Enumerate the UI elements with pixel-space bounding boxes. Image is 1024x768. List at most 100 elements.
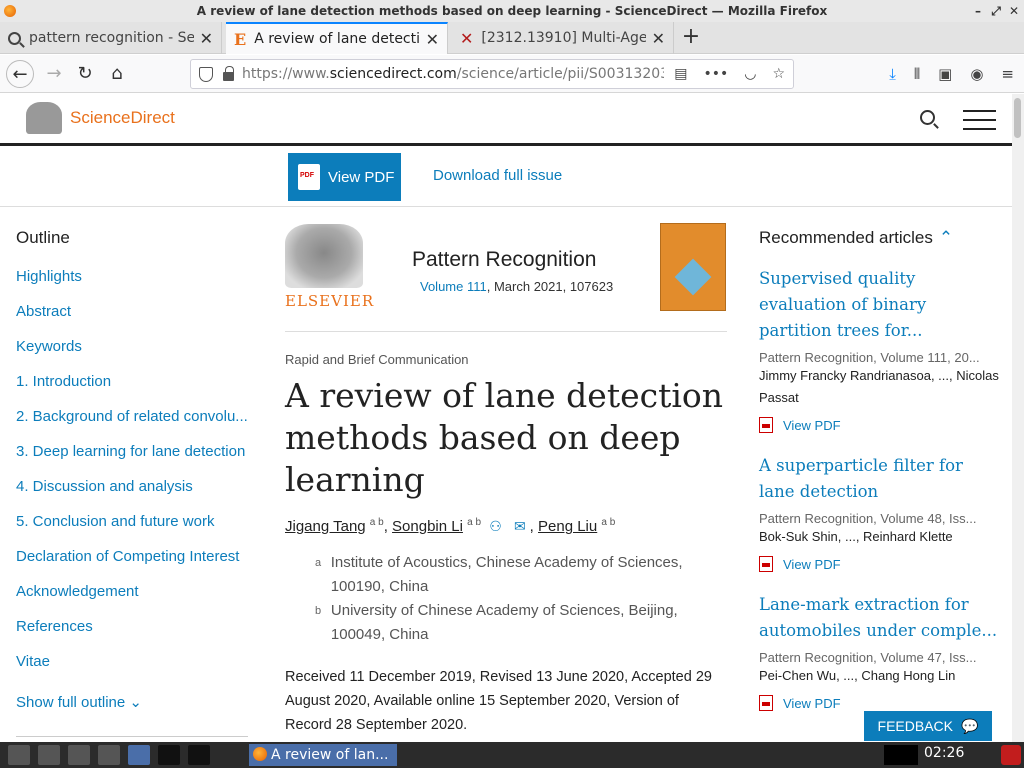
view-pdf-button[interactable]: View PDF <box>288 153 401 201</box>
chevron-up-icon[interactable]: ⌃ <box>939 228 953 247</box>
tab-pattern-recognition[interactable]: pattern recognition - Sea ✕ <box>0 22 222 54</box>
tab-label: pattern recognition - Sea <box>29 30 194 46</box>
author-affiliation-marker: a b <box>369 517 384 528</box>
search-icon[interactable] <box>920 110 935 125</box>
site-header: ScienceDirect <box>0 94 1012 146</box>
restore-icon[interactable]: ⤢ <box>990 0 1002 22</box>
recommended-title-link[interactable]: A superparticle filter for lane detectio… <box>759 453 999 505</box>
journal-cover-image[interactable] <box>660 223 726 311</box>
navigation-toolbar: ← → ↻ ⌂ https://www.sciencedirect.com/sc… <box>0 55 1024 93</box>
issue-info: , March 2021, 107623 <box>486 279 614 294</box>
workspace-icon[interactable] <box>188 745 210 765</box>
download-full-issue-link[interactable]: Download full issue <box>433 167 562 184</box>
tracking-shield-icon[interactable] <box>199 66 213 82</box>
firefox-launcher-icon[interactable] <box>128 745 150 765</box>
reload-button[interactable]: ↻ <box>71 60 99 88</box>
taskbar-window-button[interactable]: A review of lan... <box>249 744 397 766</box>
outline-item-deep-learning[interactable]: 3. Deep learning for lane detection <box>16 443 256 478</box>
taskbar: A review of lan... 02:26 <box>0 742 1024 768</box>
url-bar[interactable]: https://www.sciencedirect.com/science/ar… <box>190 59 794 89</box>
outline-item-highlights[interactable]: Highlights <box>16 268 256 303</box>
page-actions-icon[interactable]: ••• <box>703 66 728 82</box>
outline-item-discussion[interactable]: 4. Discussion and analysis <box>16 478 256 513</box>
outline-heading: Outline <box>16 228 70 247</box>
forward-button[interactable]: → <box>40 60 68 88</box>
home-button[interactable]: ⌂ <box>103 60 131 88</box>
scrollbar-thumb[interactable] <box>1014 98 1021 138</box>
cover-emblem <box>674 258 712 296</box>
person-icon[interactable]: ⚇ <box>489 518 502 534</box>
pdf-icon <box>759 417 773 433</box>
tab-label: A review of lane detectic <box>254 31 420 47</box>
window-controls: – ⤢ ✕ <box>972 0 1020 22</box>
recommended-view-pdf-link[interactable]: View PDF <box>759 695 999 711</box>
elsevier-tree-icon <box>26 102 62 134</box>
outline-item-vitae[interactable]: Vitae <box>16 653 256 688</box>
account-icon[interactable]: ◉ <box>970 65 983 83</box>
article-history-dates: Received 11 December 2019, Revised 13 Ju… <box>285 669 712 733</box>
author-affiliation-marker: a b <box>601 517 616 528</box>
close-icon[interactable]: ✕ <box>1008 0 1020 22</box>
affiliation-letter: a <box>315 557 322 569</box>
outline-item-background[interactable]: 2. Background of related convolu... <box>16 408 256 443</box>
recommended-view-pdf-link[interactable]: View PDF <box>759 556 999 572</box>
outline-item-introduction[interactable]: 1. Introduction <box>16 373 256 408</box>
browser-launcher-icon[interactable] <box>68 745 90 765</box>
hamburger-menu-icon[interactable]: ≡ <box>1001 65 1014 83</box>
email-icon[interactable]: ✉ <box>514 518 526 534</box>
outline-item-conclusion[interactable]: 5. Conclusion and future work <box>16 513 256 548</box>
new-tab-button[interactable]: + <box>680 22 702 54</box>
outline-item-abstract[interactable]: Abstract <box>16 303 256 338</box>
search-icon <box>8 31 21 45</box>
sciencedirect-logo[interactable]: ScienceDirect <box>26 102 175 134</box>
page-scrollbar[interactable] <box>1012 94 1024 742</box>
outline-item-acknowledgement[interactable]: Acknowledgement <box>16 583 256 618</box>
bookmark-star-icon[interactable]: ☆ <box>772 66 785 82</box>
volume-link[interactable]: Volume 111 <box>420 279 487 294</box>
site-menu-icon[interactable] <box>963 110 996 137</box>
downloads-icon[interactable]: ⤓ <box>889 65 896 83</box>
journal-title[interactable]: Pattern Recognition <box>412 248 596 272</box>
tab-lane-detection-review[interactable]: E A review of lane detectic ✕ <box>226 22 448 54</box>
recommended-authors: Bok-Suk Shin, ..., Reinhard Klette <box>759 529 953 544</box>
author-link[interactable]: Peng Liu <box>538 518 597 535</box>
tab-arxiv[interactable]: ✕ [2312.13910] Multi-Ager ✕ <box>452 22 674 54</box>
file-manager-icon[interactable] <box>98 745 120 765</box>
outline-item-references[interactable]: References <box>16 618 256 653</box>
library-icon[interactable]: ⫴ <box>914 65 920 83</box>
recommended-source: Pattern Recognition, Volume 47, Iss... <box>759 650 977 665</box>
recommended-heading[interactable]: Recommended articles ⌃ <box>759 228 999 248</box>
outline-divider <box>16 736 248 737</box>
url-text[interactable]: https://www.sciencedirect.com/science/ar… <box>242 66 664 82</box>
reader-view-icon[interactable]: ▤ <box>674 66 687 82</box>
author-link[interactable]: Songbin Li <box>392 518 463 535</box>
close-tab-icon[interactable]: ✕ <box>426 30 439 49</box>
recommended-title-link[interactable]: Supervised quality evaluation of binary … <box>759 266 999 344</box>
recommended-heading-label: Recommended articles <box>759 228 933 247</box>
back-button[interactable]: ← <box>6 60 34 88</box>
minimize-icon[interactable]: – <box>972 0 984 22</box>
workspace-icon[interactable] <box>158 745 180 765</box>
close-tab-icon[interactable]: ✕ <box>652 29 665 48</box>
outline-item-declaration[interactable]: Declaration of Competing Interest <box>16 548 256 583</box>
power-icon[interactable] <box>1001 745 1021 765</box>
view-pdf-label: View PDF <box>328 168 395 186</box>
feedback-button[interactable]: FEEDBACK 💬 <box>864 711 992 741</box>
recommended-title-link[interactable]: Lane-mark extraction for automobiles und… <box>759 592 999 644</box>
journal-volume: Volume 111, March 2021, 107623 <box>420 279 613 294</box>
start-menu-icon[interactable] <box>8 745 30 765</box>
recommended-view-pdf-link[interactable]: View PDF <box>759 417 999 433</box>
author-link[interactable]: Jigang Tang <box>285 518 366 535</box>
close-tab-icon[interactable]: ✕ <box>200 29 213 48</box>
lock-icon[interactable] <box>223 65 234 81</box>
show-full-outline-button[interactable]: Show full outline ⌄ <box>16 693 256 711</box>
sidebar-icon[interactable]: ▣ <box>938 65 952 83</box>
pocket-icon[interactable]: ◡ <box>744 66 756 82</box>
outline-item-keywords[interactable]: Keywords <box>16 338 256 373</box>
terminal-icon[interactable] <box>38 745 60 765</box>
pdf-icon <box>759 695 773 711</box>
pdf-icon <box>298 164 320 190</box>
outline-sidebar: Outline Highlights Abstract Keywords 1. … <box>16 228 256 711</box>
elsevier-logo[interactable]: ELSEVIER <box>285 224 373 314</box>
recommended-item: Lane-mark extraction for automobiles und… <box>759 592 999 711</box>
